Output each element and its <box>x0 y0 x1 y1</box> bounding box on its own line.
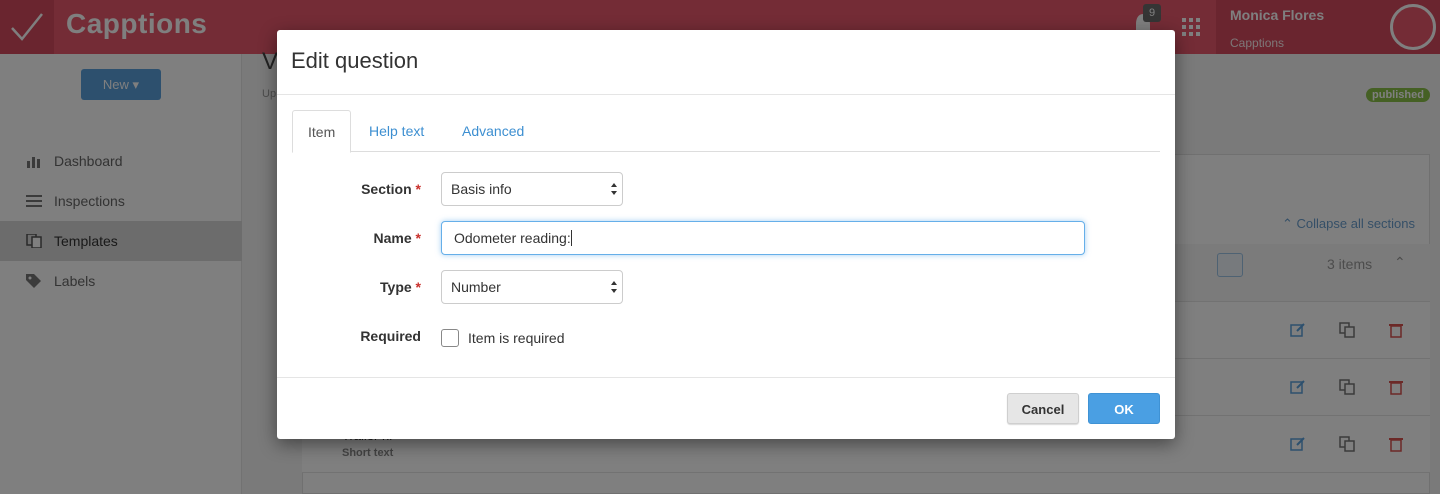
name-label: Name * <box>277 230 421 246</box>
dialog-header: Edit question <box>277 30 1175 95</box>
cancel-button[interactable]: Cancel <box>1007 393 1079 424</box>
required-marker: * <box>415 181 421 197</box>
edit-question-dialog: Edit question Item Help text Advanced Se… <box>277 30 1175 439</box>
name-label-text: Name <box>373 230 412 246</box>
required-marker: * <box>415 279 421 295</box>
tab-help-text[interactable]: Help text <box>354 110 439 152</box>
type-label: Type * <box>277 279 421 295</box>
required-marker: * <box>415 230 421 246</box>
tab-advanced[interactable]: Advanced <box>447 110 539 152</box>
section-select[interactable]: Basis info <box>441 172 623 206</box>
name-input[interactable]: Odometer reading: <box>441 221 1085 255</box>
type-label-text: Type <box>380 279 412 295</box>
dialog-title: Edit question <box>291 48 419 73</box>
ok-button[interactable]: OK <box>1088 393 1160 424</box>
required-label: Required <box>360 328 421 344</box>
dialog-footer: Cancel OK <box>277 377 1175 439</box>
required-checkbox-label[interactable]: Item is required <box>468 329 564 347</box>
section-label: Section * <box>277 181 421 197</box>
required-checkbox[interactable] <box>441 329 459 347</box>
tab-item[interactable]: Item <box>292 110 352 153</box>
text-caret <box>570 230 572 246</box>
select-arrows-icon <box>611 281 617 293</box>
section-select-value: Basis info <box>451 181 512 197</box>
select-arrows-icon <box>611 183 617 195</box>
dialog-tabs: Item Help text Advanced <box>292 110 1160 153</box>
type-select[interactable]: Number <box>441 270 623 304</box>
type-select-value: Number <box>451 279 501 295</box>
name-input-value: Odometer reading: <box>454 230 571 246</box>
section-label-text: Section <box>361 181 412 197</box>
